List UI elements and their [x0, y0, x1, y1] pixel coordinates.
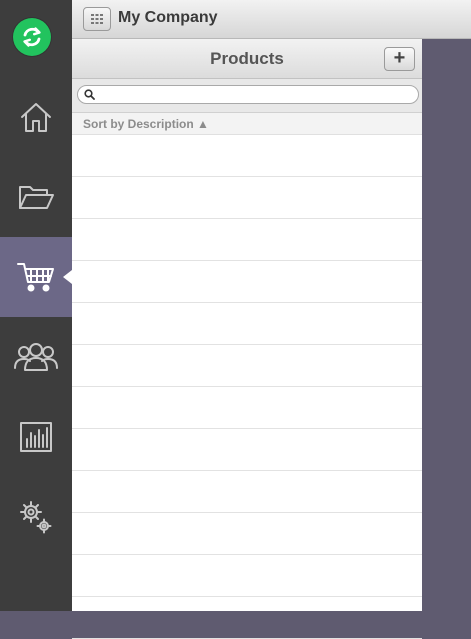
app-sidebar: [0, 0, 72, 611]
top-bar: My Company: [72, 0, 471, 39]
apps-grid-button[interactable]: [83, 7, 111, 31]
sidebar-item-customers[interactable]: [0, 317, 72, 397]
bar-chart-icon: [20, 422, 52, 452]
panel-title: Products: [210, 49, 284, 68]
active-indicator: [63, 270, 72, 284]
search-icon: [84, 89, 95, 100]
shopping-cart-icon: [17, 263, 54, 292]
sync-button[interactable]: [13, 18, 51, 56]
sidebar-item-settings[interactable]: [0, 477, 72, 557]
add-product-button[interactable]: +: [384, 47, 415, 71]
list-item[interactable]: [72, 555, 422, 597]
list-item[interactable]: [72, 429, 422, 471]
list-item[interactable]: [72, 345, 422, 387]
list-item[interactable]: [72, 219, 422, 261]
grid-icon: [91, 14, 103, 24]
sort-by-description[interactable]: Sort by Description ▲: [83, 117, 209, 131]
list-item[interactable]: [72, 597, 422, 639]
list-item[interactable]: [72, 303, 422, 345]
search-input[interactable]: [100, 87, 414, 104]
home-icon: [21, 103, 51, 132]
list-item[interactable]: [72, 261, 422, 303]
list-item[interactable]: [72, 513, 422, 555]
products-panel: Products + Sort by Description ▲: [72, 39, 422, 639]
list-item[interactable]: [72, 135, 422, 177]
list-item[interactable]: [72, 387, 422, 429]
sidebar-item-home[interactable]: [0, 77, 72, 157]
gears-icon: [20, 501, 52, 534]
sidebar-item-documents[interactable]: [0, 157, 72, 237]
list-item[interactable]: [72, 177, 422, 219]
search-bar: [72, 79, 422, 113]
users-icon: [14, 343, 58, 371]
product-list: [72, 135, 422, 639]
sidebar-item-products[interactable]: [0, 237, 72, 317]
sync-icon: [23, 27, 41, 47]
sidebar-item-reports[interactable]: [0, 397, 72, 477]
products-header: Products +: [72, 39, 422, 79]
search-field[interactable]: [77, 85, 419, 104]
folder-icon: [19, 186, 54, 209]
company-name: My Company: [118, 9, 218, 26]
sort-bar: Sort by Description ▲: [72, 113, 422, 135]
list-item[interactable]: [72, 471, 422, 513]
